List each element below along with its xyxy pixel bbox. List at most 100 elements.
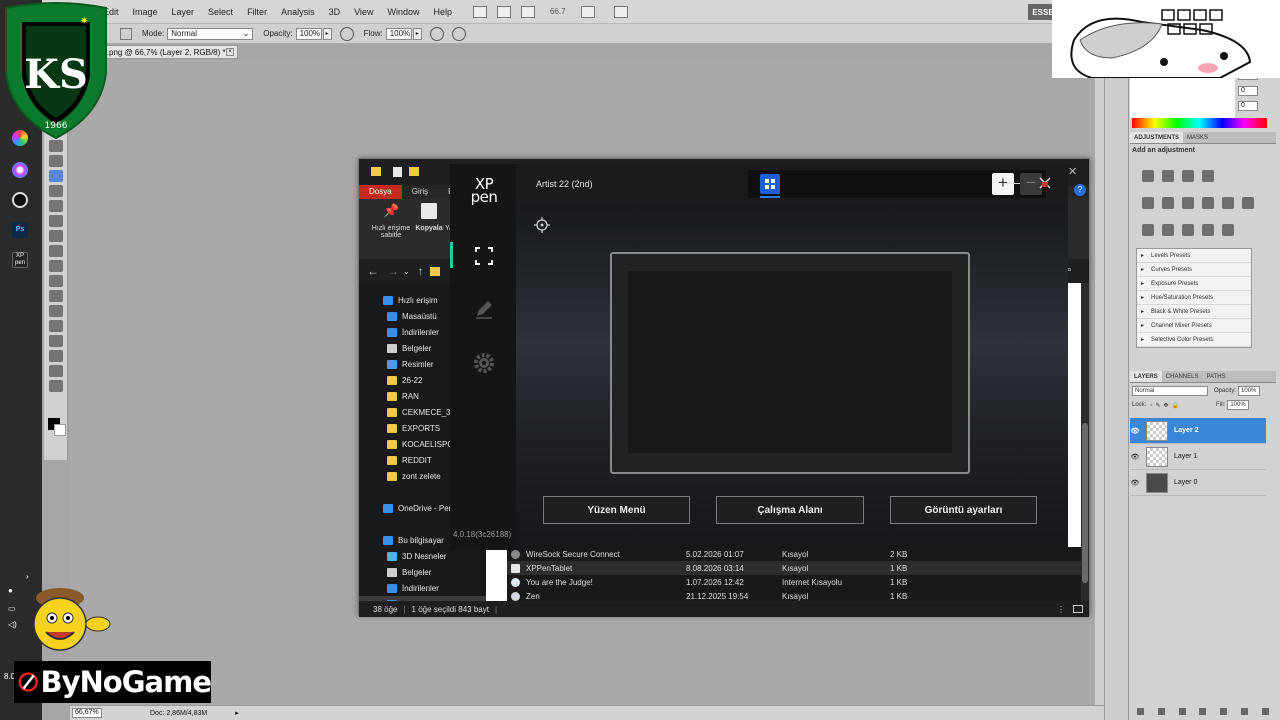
background-color-swatch[interactable] — [54, 424, 66, 436]
gradient-map-icon[interactable] — [1202, 224, 1214, 236]
menu-layer[interactable]: Layer — [165, 7, 202, 17]
all-apps-button[interactable] — [760, 174, 780, 198]
invert-icon[interactable] — [1142, 224, 1154, 236]
help-icon[interactable]: ? — [1074, 184, 1086, 196]
gradient-app-icon[interactable] — [12, 162, 28, 178]
tab-adjustments[interactable]: ADJUSTMENTS — [1130, 132, 1184, 143]
black-white-icon[interactable] — [1202, 197, 1214, 209]
zoom-level-menu[interactable]: 66.7 — [550, 7, 566, 16]
copy-button[interactable]: Kopyala — [415, 203, 443, 232]
opacity-slider-toggle[interactable]: ▸ — [322, 27, 332, 40]
type-tool-icon[interactable] — [49, 290, 63, 302]
menu-view[interactable]: View — [347, 7, 380, 17]
hand-tool-icon[interactable] — [49, 365, 63, 377]
vibrance-icon[interactable] — [1142, 197, 1154, 209]
view-extras-icon[interactable] — [520, 5, 535, 18]
tablet-display-preview[interactable] — [610, 252, 970, 474]
preset-item[interactable]: Exposure Presets — [1137, 277, 1251, 291]
link-layers-icon[interactable] — [1136, 707, 1144, 715]
xppen-taskbar-icon[interactable]: XP pen — [12, 252, 28, 268]
pen-tool-icon[interactable] — [49, 275, 63, 287]
blend-mode-select[interactable]: Normal — [1132, 386, 1208, 396]
eye-icon[interactable]: 👁 — [1130, 427, 1140, 435]
adjustment-layer-icon[interactable] — [1199, 707, 1207, 715]
blur-tool-icon[interactable] — [49, 245, 63, 257]
menu-filter[interactable]: Filter — [240, 7, 274, 17]
layer-row[interactable]: 👁 Layer 0 — [1130, 470, 1266, 496]
eye-icon[interactable]: 👁 — [1130, 453, 1140, 461]
file-row[interactable]: XPPenTablet 8.08.2026 03:14 Kısayol 1 KB — [507, 561, 1081, 575]
color-value-b[interactable]: 0 — [1238, 101, 1258, 111]
fill-field[interactable]: 100% — [1227, 400, 1250, 410]
tray-chevron-icon[interactable]: › — [26, 572, 29, 581]
posterize-icon[interactable] — [1162, 224, 1174, 236]
menu-image[interactable]: Image — [126, 7, 165, 17]
preset-item[interactable]: Selective Color Presets — [1137, 333, 1251, 347]
color-balance-icon[interactable] — [1182, 197, 1194, 209]
back-arrow-icon[interactable]: ← — [367, 264, 379, 278]
close-icon[interactable] — [1036, 174, 1054, 192]
display-mapping-icon[interactable] — [472, 244, 496, 268]
preset-item[interactable]: Hue/Saturation Presets — [1137, 291, 1251, 305]
minibridge-icon[interactable] — [496, 5, 511, 18]
history-brush-tool-icon[interactable] — [49, 200, 63, 212]
arrange-documents-icon[interactable] — [580, 5, 595, 18]
eraser-tool-icon[interactable] — [49, 215, 63, 227]
properties-icon[interactable] — [393, 167, 402, 177]
pin-quick-access-button[interactable]: 📌 Hızlı erişime sabitle — [369, 203, 413, 239]
rectangle-tool-icon[interactable] — [49, 320, 63, 332]
path-selection-tool-icon[interactable] — [49, 305, 63, 317]
menu-analysis[interactable]: Analysis — [274, 7, 322, 17]
nav-item[interactable]: Belgeler — [359, 564, 486, 580]
minimize-button[interactable]: — — [1006, 174, 1020, 190]
zoom-tool-icon[interactable] — [49, 380, 63, 392]
nav-item[interactable]: İndirilenler — [359, 580, 486, 596]
battery-icon[interactable]: ▭ — [8, 604, 16, 613]
photoshop-icon[interactable]: Ps — [12, 222, 28, 238]
explorer-close-icon[interactable]: ✕ — [1068, 165, 1077, 178]
hue-saturation-icon[interactable] — [1162, 197, 1174, 209]
floating-menu-button[interactable]: Yüzen Menü — [543, 496, 690, 524]
display-settings-button[interactable]: Görüntü ayarları — [890, 496, 1037, 524]
3d-orbit-tool-icon[interactable] — [49, 350, 63, 362]
history-chevron-icon[interactable]: ⌄ — [403, 267, 410, 276]
opacity-field[interactable]: 100% — [295, 27, 322, 40]
color-value-g[interactable]: 0 — [1238, 86, 1258, 96]
healing-brush-tool-icon[interactable] — [49, 155, 63, 167]
menu-help[interactable]: Help — [426, 7, 459, 17]
layer-row[interactable]: 👁 Layer 2 — [1130, 418, 1266, 444]
brightness-contrast-icon[interactable] — [1142, 170, 1154, 182]
nav-item[interactable]: 3D Nesneler — [359, 548, 486, 564]
brush-tool-icon[interactable] — [49, 170, 63, 182]
scroll-thumb[interactable] — [1082, 423, 1088, 583]
tab-masks[interactable]: MASKS — [1183, 132, 1212, 143]
status-zoom-field[interactable]: 66,67% — [72, 708, 102, 718]
close-tab-button[interactable]: × — [226, 48, 234, 56]
new-layer-icon[interactable] — [1241, 707, 1249, 715]
trash-icon[interactable] — [1261, 707, 1269, 715]
status-menu-arrow-icon[interactable]: ▸ — [235, 709, 239, 717]
preset-item[interactable]: Curves Presets — [1137, 263, 1251, 277]
color-spectrum-bar[interactable] — [1132, 118, 1267, 128]
document-tab[interactable]: i.png @ 66,7% (Layer 2, RGB/8) * × — [100, 45, 238, 59]
large-icons-view-icon[interactable] — [1073, 605, 1083, 613]
details-view-icon[interactable]: ⋮ — [1057, 605, 1065, 614]
obs-icon[interactable] — [12, 192, 28, 208]
tab-layers[interactable]: LAYERS — [1130, 371, 1162, 382]
brush-preset-icon[interactable] — [120, 27, 132, 40]
mode-select[interactable]: Normal ⌄ — [167, 27, 254, 40]
3d-rotate-tool-icon[interactable] — [49, 335, 63, 347]
photo-filter-icon[interactable] — [1222, 197, 1234, 209]
mic-icon[interactable]: ● — [8, 586, 13, 595]
lock-icons[interactable]: ▫✎✥🔒 — [1150, 402, 1182, 409]
eyedropper-tool-icon[interactable] — [49, 140, 63, 152]
airbrush-icon[interactable] — [429, 26, 444, 41]
gear-icon[interactable] — [472, 351, 496, 375]
tab-dosya[interactable]: Dosya — [359, 185, 402, 199]
menu-window[interactable]: Window — [380, 7, 426, 17]
channel-mixer-icon[interactable] — [1242, 197, 1254, 209]
gradient-tool-icon[interactable] — [49, 230, 63, 242]
clone-stamp-tool-icon[interactable] — [49, 185, 63, 197]
eye-icon[interactable]: 👁 — [1130, 479, 1140, 487]
group-icon[interactable] — [1220, 707, 1228, 715]
